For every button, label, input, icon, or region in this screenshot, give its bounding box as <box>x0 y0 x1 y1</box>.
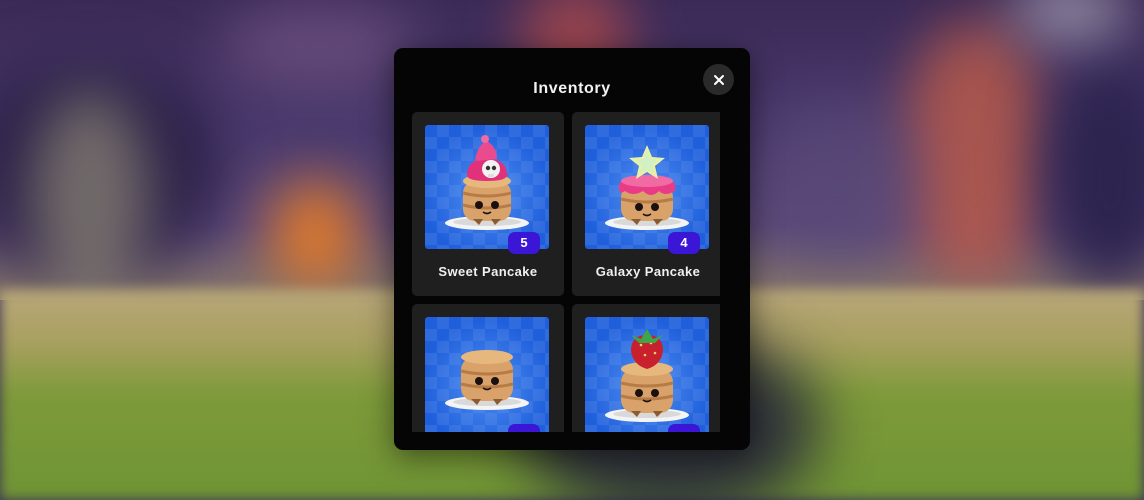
inventory-item-strawberry-pancake[interactable] <box>572 304 720 432</box>
sweet-pancake-icon <box>445 135 529 230</box>
inventory-item-plain-pancake[interactable] <box>412 304 564 432</box>
inventory-dialog: Inventory 5 Sweet Pancake 4 Galaxy Panca… <box>394 48 750 450</box>
item-count-badge: 5 <box>508 232 540 254</box>
strawberry-pancake-icon <box>605 329 689 422</box>
item-name: Galaxy Pancake <box>595 264 701 279</box>
dialog-title: Inventory <box>533 80 611 97</box>
item-count-badge <box>668 424 700 432</box>
galaxy-pancake-icon <box>605 145 689 230</box>
inventory-item-galaxy-pancake[interactable]: 4 Galaxy Pancake <box>572 112 720 296</box>
item-thumbnail <box>585 125 709 249</box>
item-count-badge <box>508 424 540 432</box>
inventory-scroll-area[interactable]: 5 Sweet Pancake 4 Galaxy Pancake <box>412 112 720 432</box>
close-button[interactable] <box>703 64 734 95</box>
item-name: Sweet Pancake <box>438 264 538 279</box>
item-thumbnail <box>425 125 549 249</box>
item-thumbnail <box>425 317 549 432</box>
plain-pancake-icon <box>445 350 529 410</box>
item-thumbnail <box>585 317 709 432</box>
inventory-item-sweet-pancake[interactable]: 5 Sweet Pancake <box>412 112 564 296</box>
close-icon <box>713 74 724 85</box>
item-count-badge: 4 <box>668 232 700 254</box>
inventory-grid: 5 Sweet Pancake 4 Galaxy Pancake <box>412 112 720 432</box>
